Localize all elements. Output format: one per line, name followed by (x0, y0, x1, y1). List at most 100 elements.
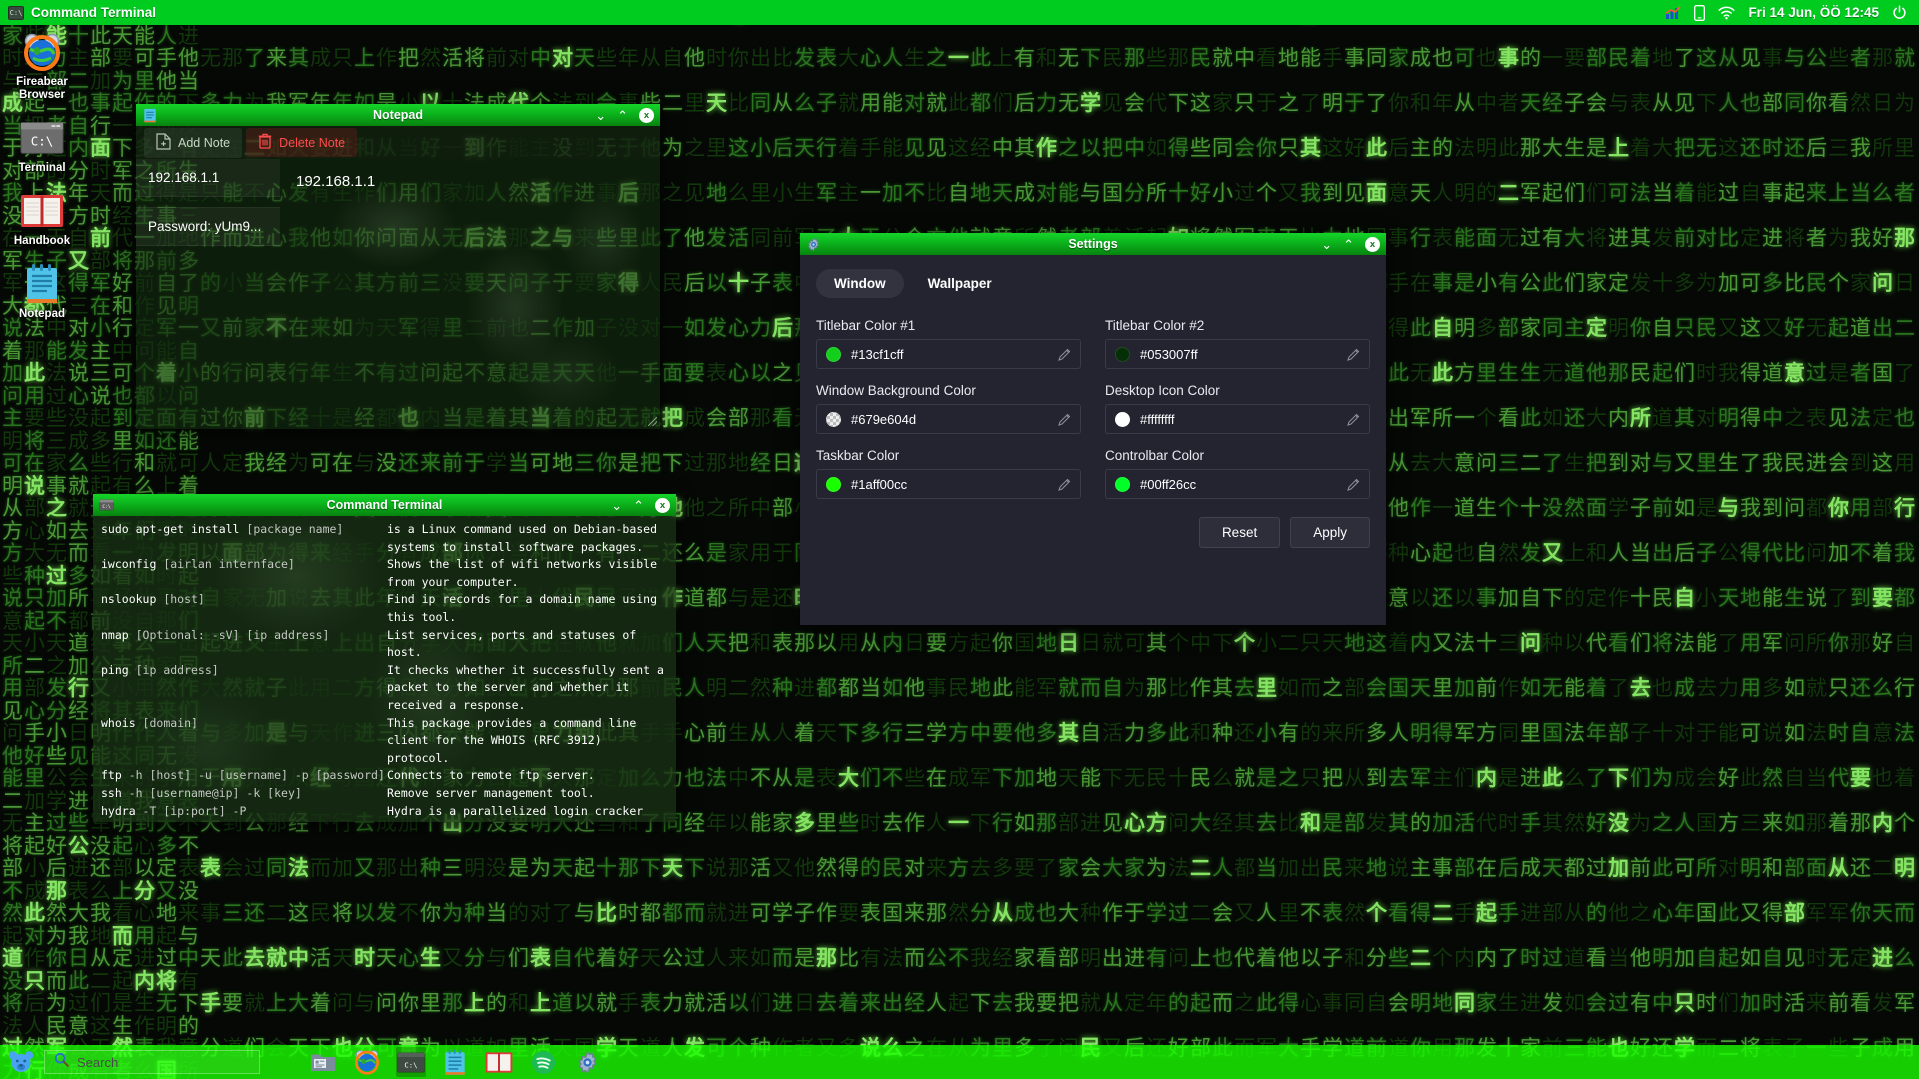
color-value: #13cf1cff (851, 347, 1048, 362)
terminal-description: Find ip records for a domain name using … (387, 591, 668, 626)
terminal-row: whois [domain]This package provides a co… (101, 715, 668, 768)
list-item[interactable]: 192.168.1.1 (136, 159, 280, 197)
color-field: Controlbar Color #00ff26cc (1105, 448, 1370, 499)
settings-titlebar[interactable]: Settings ⌄ ⌃ x (800, 233, 1386, 255)
terminal-output[interactable]: sudo apt-get install [package name]is a … (93, 516, 676, 822)
search-input[interactable]: Search (44, 1050, 260, 1074)
resize-handle[interactable] (647, 416, 659, 428)
notepad-icon (20, 262, 64, 306)
mobile-icon[interactable] (1694, 5, 1705, 21)
taskbar-gear-icon[interactable] (572, 1047, 602, 1077)
add-note-label: Add Note (178, 136, 230, 150)
notepad-titlebar[interactable]: Notepad ⌄ ⌃ x (136, 104, 660, 126)
color-input[interactable]: #1aff00cc (816, 469, 1081, 499)
terminal-command: ftp -h [host] -u [username] -p [password… (101, 767, 387, 785)
terminal-row: ftp -h [host] -u [username] -p [password… (101, 767, 668, 785)
pencil-icon[interactable] (1347, 348, 1360, 361)
terminal-description: This package provides a command line cli… (387, 715, 668, 768)
terminal-command: nslookup [host] (101, 591, 387, 609)
color-input[interactable]: #ffffffff (1105, 404, 1370, 434)
taskbar-fireabear-browser-icon[interactable] (352, 1047, 382, 1077)
taskbar-files-icon[interactable] (308, 1047, 338, 1077)
minimize-button[interactable]: ⌄ (595, 109, 606, 122)
minimize-button[interactable]: ⌄ (1321, 238, 1332, 251)
apply-button[interactable]: Apply (1290, 517, 1370, 548)
delete-note-button[interactable]: Delete Note (246, 128, 357, 157)
pencil-icon[interactable] (1347, 413, 1360, 426)
desktop-icon-terminal[interactable]: C:\ Terminal (8, 116, 76, 175)
color-field-label: Controlbar Color (1105, 448, 1370, 463)
taskbar-terminal-icon[interactable]: C:\ (396, 1047, 426, 1077)
terminal-icon: C:\ (20, 116, 64, 160)
terminal-row: iwconfig [airlan internface]Shows the li… (101, 556, 668, 591)
terminal-description: Shows the list of wifi networks visible … (387, 556, 668, 591)
terminal-titlebar[interactable]: C:\ Command Terminal ⌄ ⌃ x (93, 494, 676, 516)
color-field-label: Window Background Color (816, 383, 1081, 398)
settings-title: Settings (800, 237, 1386, 251)
terminal-command: ping [ip address] (101, 662, 387, 680)
power-icon[interactable] (1892, 5, 1907, 20)
terminal-icon: C:\ (8, 6, 24, 20)
taskbar-spotify-icon[interactable] (528, 1047, 558, 1077)
terminal-description: is a Linux command used on Debian-based … (387, 521, 668, 556)
pencil-icon[interactable] (1347, 478, 1360, 491)
maximize-button[interactable]: ⌃ (1343, 238, 1354, 251)
color-input[interactable]: #13cf1cff (816, 339, 1081, 369)
desktop-icon-label: Terminal (18, 162, 65, 175)
tab-window[interactable]: Window (816, 269, 904, 298)
maximize-button[interactable]: ⌃ (617, 109, 628, 122)
desktop-icon-notepad[interactable]: Notepad (8, 262, 76, 321)
maximize-button[interactable]: ⌃ (633, 499, 644, 512)
notepad-window[interactable]: Notepad ⌄ ⌃ x Add Note (136, 104, 660, 429)
svg-text:C:\: C:\ (102, 504, 110, 510)
terminal-command: nmap [Optional: -sV] [ip address] (101, 627, 387, 645)
minimize-button[interactable]: ⌄ (611, 499, 622, 512)
signal-chart-icon[interactable] (1665, 6, 1681, 20)
pencil-icon[interactable] (1058, 478, 1071, 491)
search-icon (54, 1052, 69, 1072)
top-bar: C:\ Command Terminal Fri (0, 0, 1919, 25)
terminal-row: ping [ip address]It checks whether it su… (101, 662, 668, 715)
svg-text:C:\: C:\ (31, 134, 53, 149)
close-button[interactable]: x (639, 108, 654, 123)
desktop-icon-handbook[interactable]: Handbook (8, 189, 76, 248)
terminal-command: whois [domain] (101, 715, 387, 733)
taskbar-handbook-icon[interactable] (484, 1047, 514, 1077)
desktop-icon-label: Notepad (19, 308, 65, 321)
add-note-button[interactable]: Add Note (144, 128, 242, 158)
color-field: Window Background Color #679e604d (816, 383, 1081, 434)
terminal-command: hydra -T [ip:port] -P [/desination/wordl… (101, 803, 387, 823)
terminal-description: Connects to remote ftp server. (387, 767, 668, 785)
bear-logo-icon[interactable] (6, 1047, 36, 1077)
pencil-icon[interactable] (1058, 348, 1071, 361)
color-input[interactable]: #053007ff (1105, 339, 1370, 369)
list-item[interactable]: Password: yUm9... (136, 207, 280, 246)
reset-button[interactable]: Reset (1199, 517, 1280, 548)
delete-note-label: Delete Note (279, 136, 345, 150)
terminal-row: sudo apt-get install [package name]is a … (101, 521, 668, 556)
color-value: #053007ff (1140, 347, 1337, 362)
note-content[interactable]: 192.168.1.1 (280, 159, 660, 429)
color-input[interactable]: #679e604d (816, 404, 1081, 434)
close-button[interactable]: x (655, 498, 670, 513)
terminal-row: nmap [Optional: -sV] [ip address]List se… (101, 627, 668, 662)
pencil-icon[interactable] (1058, 413, 1071, 426)
tab-wallpaper[interactable]: Wallpaper (910, 269, 1010, 298)
close-button[interactable]: x (1365, 237, 1380, 252)
color-field: Taskbar Color#1aff00cc (816, 448, 1081, 499)
color-swatch (1115, 347, 1130, 362)
terminal-window[interactable]: C:\ Command Terminal ⌄ ⌃ x sudo apt-get … (93, 494, 676, 822)
color-value: #1aff00cc (851, 477, 1048, 492)
settings-window[interactable]: Settings ⌄ ⌃ x Window Wallpaper Titlebar… (800, 233, 1386, 625)
color-value: #ffffffff (1140, 412, 1337, 427)
search-placeholder: Search (77, 1055, 118, 1070)
active-window-title: Command Terminal (31, 5, 156, 20)
color-input[interactable]: #00ff26cc (1105, 469, 1370, 499)
terminal-row: hydra -T [ip:port] -P [/desination/wordl… (101, 803, 668, 823)
desktop-icon-fireabear-browser[interactable]: Fireabear Browser (8, 30, 76, 102)
color-value: #00ff26cc (1140, 477, 1337, 492)
taskbar-notepad-icon[interactable] (440, 1047, 470, 1077)
terminal-row: ssh -h [username@ip] -k [key]Remove serv… (101, 785, 668, 803)
wifi-icon[interactable] (1718, 6, 1735, 20)
color-field-label: Titlebar Color #2 (1105, 318, 1370, 333)
